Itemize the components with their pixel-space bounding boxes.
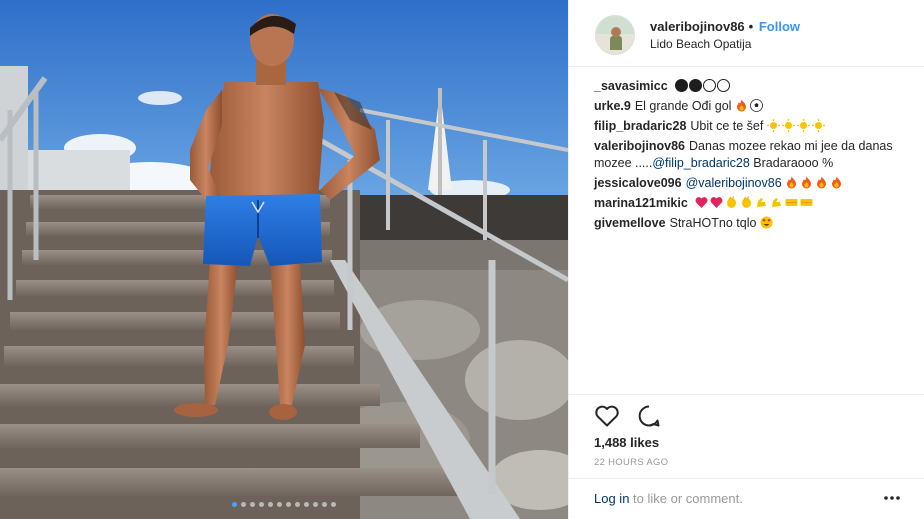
carousel-dot[interactable] <box>313 502 318 507</box>
carousel-dot[interactable] <box>277 502 282 507</box>
clap-icon <box>727 196 737 208</box>
fire-icon <box>736 99 746 112</box>
open-circle-icon <box>703 79 717 92</box>
login-prompt: Log in to like or comment. <box>569 478 924 519</box>
comment-username[interactable]: urke.9 <box>594 99 631 113</box>
login-text: Log in to like or comment. <box>594 491 743 506</box>
flex-icon <box>772 198 782 207</box>
post-side-panel: valeribojinov86 • Follow Lido Beach Opati… <box>568 0 924 519</box>
filled-circle-icon <box>689 79 703 92</box>
more-options-icon[interactable] <box>883 491 901 505</box>
login-link[interactable]: Log in <box>594 491 629 506</box>
fire-icon <box>817 176 827 189</box>
comment-username[interactable]: filip_bradaric28 <box>594 119 686 133</box>
heart-icon <box>695 197 708 208</box>
sun-icon <box>796 119 810 132</box>
sun-icon <box>766 119 780 132</box>
comment-item: filip_bradaric28 Ubit ce te šef <box>594 118 909 135</box>
comment-item: marina121mikic <box>594 195 909 212</box>
fire-icon <box>787 176 797 189</box>
comment-item: jessicalove096 @valeribojinov86 <box>594 175 909 192</box>
like-heart-icon[interactable] <box>594 404 620 428</box>
filled-circle-icon <box>675 79 689 92</box>
comment-item: givemellove StraHOTno tqlo <box>594 215 909 232</box>
mention-link[interactable]: @valeribojinov86 <box>686 176 782 190</box>
carousel-dot[interactable] <box>322 502 327 507</box>
post-header: valeribojinov86 • Follow Lido Beach Opati… <box>569 0 924 67</box>
photo-illustration <box>0 0 568 519</box>
post-photo[interactable] <box>0 0 568 519</box>
likes-count[interactable]: 1,488 likes <box>594 435 659 450</box>
fire-icon <box>802 176 812 189</box>
hundred-icon <box>800 199 813 206</box>
comment-item: urke.9 El grande Ođi gol <box>594 98 909 115</box>
heart-icon <box>710 197 723 208</box>
open-circle-icon <box>717 79 731 92</box>
comment-text: StraHOTno tqlo <box>669 216 757 230</box>
login-rest-text: to like or comment. <box>629 491 743 506</box>
comments-list: _savasimicc urke.9 El grande Ođi gol fili… <box>594 78 909 235</box>
clap-icon <box>742 196 752 208</box>
heart-eyes-icon <box>760 216 773 229</box>
hundred-icon <box>785 199 798 206</box>
follow-button[interactable]: Follow <box>759 19 800 34</box>
header-user-row: valeribojinov86 • Follow <box>650 19 800 34</box>
comment-text-after: Bradaraooo % <box>749 156 834 170</box>
avatar[interactable] <box>595 15 635 55</box>
carousel-dot[interactable] <box>268 502 273 507</box>
comment-username[interactable]: marina121mikic <box>594 196 688 210</box>
post-timestamp[interactable]: 22 HOURS AGO <box>594 457 668 468</box>
carousel-indicator[interactable] <box>0 502 568 507</box>
comment-text: Ubit ce te šef <box>690 119 764 133</box>
header-separator: • <box>748 19 754 34</box>
header-username[interactable]: valeribojinov86 <box>650 19 745 34</box>
comment-username[interactable]: jessicalove096 <box>594 176 682 190</box>
carousel-dot[interactable] <box>259 502 264 507</box>
carousel-dot[interactable] <box>241 502 246 507</box>
sun-icon <box>781 119 795 132</box>
comment-text: El grande Ođi gol <box>634 99 732 113</box>
carousel-dot[interactable] <box>250 502 255 507</box>
soccer-ball-icon <box>750 99 763 112</box>
flex-icon <box>757 198 767 207</box>
carousel-dot[interactable] <box>232 502 237 507</box>
location-link[interactable]: Lido Beach Opatija <box>650 37 751 51</box>
comment-username[interactable]: givemellove <box>594 216 666 230</box>
mention-link[interactable]: @filip_bradaric28 <box>652 156 749 170</box>
carousel-dot[interactable] <box>331 502 336 507</box>
fire-icon <box>832 176 842 189</box>
comment-item: valeribojinov86 Danas mozee rekao mi jee … <box>594 138 909 172</box>
comment-username[interactable]: _savasimicc <box>594 79 668 93</box>
comment-bubble-icon[interactable] <box>637 404 661 428</box>
sun-icon <box>811 119 825 132</box>
instagram-post: valeribojinov86 • Follow Lido Beach Opati… <box>0 0 924 519</box>
carousel-dot[interactable] <box>304 502 309 507</box>
comment-item: _savasimicc <box>594 78 909 95</box>
carousel-dot[interactable] <box>295 502 300 507</box>
carousel-dot[interactable] <box>286 502 291 507</box>
comment-username[interactable]: valeribojinov86 <box>594 139 685 153</box>
